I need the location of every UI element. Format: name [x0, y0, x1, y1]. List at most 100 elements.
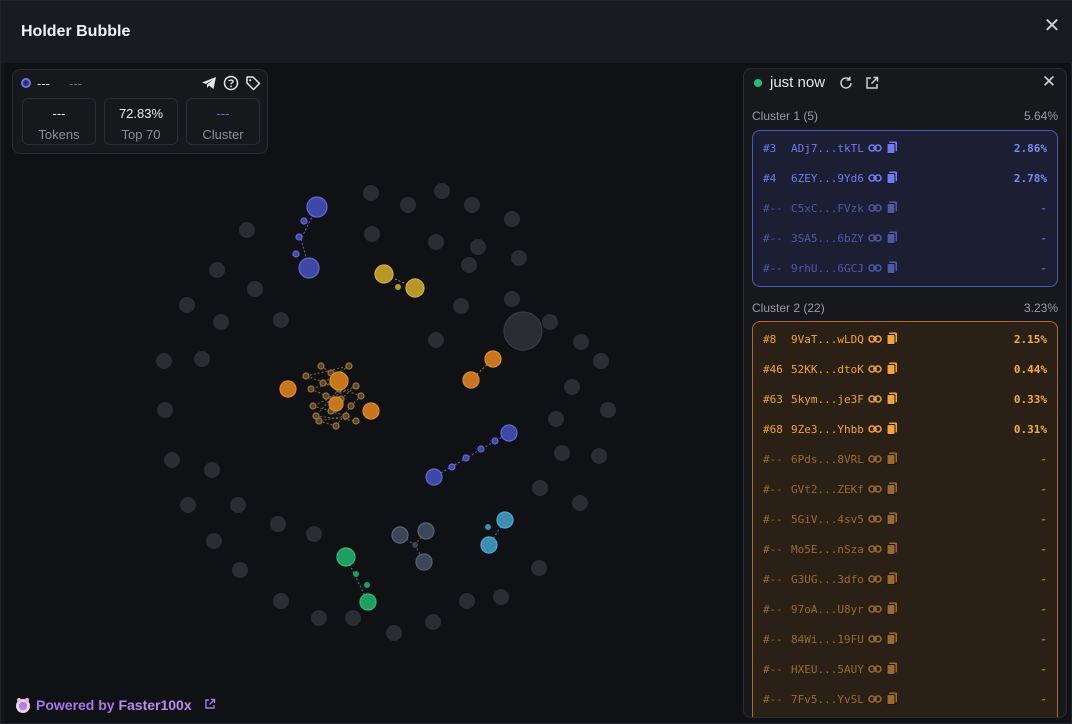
close-icon[interactable]: ✕	[1041, 15, 1063, 37]
holder-bubble[interactable]	[461, 257, 477, 273]
copy-icon[interactable]	[886, 392, 898, 405]
cluster-1-bubble[interactable]	[295, 233, 303, 241]
holder-bubble[interactable]	[353, 571, 359, 577]
link-icon[interactable]	[868, 603, 882, 615]
cluster-2-bubble[interactable]	[309, 402, 317, 410]
copy-icon[interactable]	[886, 602, 898, 615]
holder-bubble[interactable]	[213, 314, 229, 330]
holder-bubble[interactable]	[496, 511, 514, 529]
copy-icon[interactable]	[886, 362, 898, 375]
holder-row[interactable]: #-- GVt2...ZEKf -	[753, 474, 1057, 504]
cluster-2-bubble[interactable]	[317, 362, 325, 370]
cluster-2-bubble[interactable]	[342, 412, 350, 420]
holder-address[interactable]: C5xC...FVzk	[791, 202, 864, 215]
link-icon[interactable]	[868, 543, 882, 555]
cluster-2-bubble[interactable]	[307, 385, 315, 393]
link-icon[interactable]	[868, 262, 882, 274]
cluster-2-bubble[interactable]	[362, 402, 380, 420]
holder-address[interactable]: 97oA...U8yr	[791, 603, 864, 616]
holder-bubble[interactable]	[462, 454, 470, 462]
link-icon[interactable]	[868, 333, 882, 345]
holder-row[interactable]: #-- HXEU...5AUY -	[753, 654, 1057, 684]
copy-icon[interactable]	[886, 141, 898, 154]
copy-icon[interactable]	[886, 201, 898, 214]
holder-bubble[interactable]	[428, 332, 444, 348]
cluster-2-bubble[interactable]	[357, 392, 365, 400]
holder-bubble[interactable]	[273, 312, 289, 328]
holder-row[interactable]: #-- 3SA5...6bZY -	[753, 223, 1057, 253]
cluster-1-bubble[interactable]	[292, 250, 300, 258]
holder-bubble[interactable]	[591, 448, 607, 464]
link-icon[interactable]	[868, 423, 882, 435]
holder-bubble[interactable]	[500, 424, 518, 442]
copy-icon[interactable]	[886, 332, 898, 345]
copy-icon[interactable]	[886, 542, 898, 555]
holder-bubble[interactable]	[511, 250, 527, 266]
holder-bubble[interactable]	[428, 234, 444, 250]
holder-bubble[interactable]	[374, 264, 394, 284]
holder-bubble[interactable]	[164, 452, 180, 468]
close-icon[interactable]: ✕	[1040, 73, 1058, 91]
holder-bubble[interactable]	[247, 281, 263, 297]
holder-address[interactable]: 84Wi...19FU	[791, 633, 864, 646]
cluster-1-bubble[interactable]	[306, 196, 328, 218]
help-icon[interactable]	[223, 75, 239, 91]
cluster-2-bubble[interactable]	[279, 380, 297, 398]
copy-icon[interactable]	[886, 422, 898, 435]
holder-row[interactable]: #-- C5xC...FVzk -	[753, 193, 1057, 223]
holder-bubble[interactable]	[464, 197, 480, 213]
cluster-2-bubble[interactable]	[345, 362, 353, 370]
holder-row[interactable]: #-- Mo5E...nSza -	[753, 534, 1057, 564]
holder-bubble[interactable]	[395, 284, 401, 290]
tag-icon[interactable]	[245, 75, 261, 91]
holder-address[interactable]: 52KK...dtoK	[791, 363, 864, 376]
copy-icon[interactable]	[886, 662, 898, 675]
holder-bubble[interactable]	[270, 516, 286, 532]
link-icon[interactable]	[868, 142, 882, 154]
holder-bubble[interactable]	[179, 297, 195, 313]
holder-bubble[interactable]	[548, 411, 564, 427]
holder-bubble[interactable]	[194, 351, 210, 367]
cluster-2-bubble[interactable]	[319, 379, 327, 387]
link-icon[interactable]	[868, 633, 882, 645]
copy-icon[interactable]	[886, 452, 898, 465]
link-icon[interactable]	[868, 232, 882, 244]
holder-bubble[interactable]	[206, 533, 222, 549]
holder-bubble[interactable]	[239, 222, 255, 238]
holder-bubble[interactable]	[504, 211, 520, 227]
link-icon[interactable]	[868, 513, 882, 525]
link-icon[interactable]	[868, 202, 882, 214]
holder-bubble[interactable]	[477, 445, 485, 453]
link-icon[interactable]	[868, 393, 882, 405]
holder-address[interactable]: Mo5E...nSza	[791, 543, 864, 556]
holder-row[interactable]: #-- 97oA...U8yr -	[753, 594, 1057, 624]
holder-address[interactable]: ADj7...tkTL	[791, 142, 864, 155]
holder-row[interactable]: #3 ADj7...tkTL 2.86%	[753, 133, 1057, 163]
holder-bubble[interactable]	[180, 497, 196, 513]
holder-bubble[interactable]	[209, 262, 225, 278]
cluster-1-bubble[interactable]	[298, 257, 320, 279]
holder-bubble[interactable]	[156, 353, 172, 369]
copy-icon[interactable]	[886, 261, 898, 274]
holder-bubble[interactable]	[359, 593, 377, 611]
holder-bubble[interactable]	[391, 526, 409, 544]
holder-bubble[interactable]	[491, 437, 499, 445]
holder-bubble[interactable]	[157, 402, 173, 418]
holder-row[interactable]: #46 52KK...dtoK 0.44%	[753, 354, 1057, 384]
copy-icon[interactable]	[886, 512, 898, 525]
holder-bubble[interactable]	[415, 553, 433, 571]
holder-bubble[interactable]	[364, 582, 370, 588]
link-icon[interactable]	[868, 573, 882, 585]
holder-bubble[interactable]	[600, 402, 616, 418]
link-icon[interactable]	[868, 663, 882, 675]
holder-bubble[interactable]	[345, 610, 361, 626]
holder-bubble[interactable]	[311, 610, 327, 626]
holder-bubble[interactable]	[405, 278, 425, 298]
holder-bubble[interactable]	[232, 562, 248, 578]
cluster-2-bubble[interactable]	[352, 382, 360, 390]
holder-bubble[interactable]	[462, 371, 480, 389]
holder-bubble[interactable]	[425, 614, 441, 630]
holder-bubble[interactable]	[480, 536, 498, 554]
holder-row[interactable]: #68 9Ze3...Yhbb 0.31%	[753, 414, 1057, 444]
holder-address[interactable]: 9VaT...wLDQ	[791, 333, 864, 346]
